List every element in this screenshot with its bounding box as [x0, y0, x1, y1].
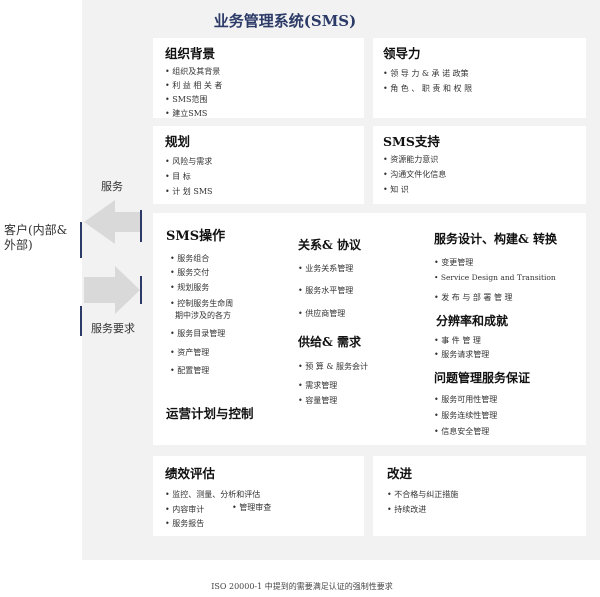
org-item: • 组织及其背景 — [165, 67, 221, 76]
operation-item-cont: 期中涉及的各方 — [175, 311, 231, 320]
planning-item: • 风险与需求 — [165, 157, 213, 166]
footer-note: ISO 20000-1 中提到的需要满足认证的强制性要求 — [211, 582, 393, 591]
support-item: • 资源能力意识 — [383, 155, 439, 164]
org-item: • SMS范围 — [165, 95, 208, 104]
resolution-item: • 服务请求管理 — [434, 350, 490, 359]
assurance-item: • 信息安全管理 — [434, 427, 490, 436]
design-heading: 服务设计、构建& 转换 — [434, 232, 558, 246]
improvement-box: 改进 • 不合格与纠正措施 • 持续改进 — [373, 456, 586, 536]
support-item: • 沟通文件化信息 — [383, 170, 447, 179]
customer-bar — [80, 222, 82, 258]
supply-item: • 需求管理 — [298, 381, 338, 390]
evaluation-box: 绩效评估 • 监控、测量、分析和评估 • 内容审计 • 管理审查 • 服务报告 — [153, 456, 364, 536]
leadership-heading: 领导力 — [383, 46, 421, 61]
operation-item: • 配置管理 — [170, 366, 210, 375]
supply-item: • 预 算 & 服务会计 — [298, 362, 369, 371]
sms-operation-heading: SMS操作 — [166, 229, 226, 244]
operation-item: • 资产管理 — [170, 348, 210, 357]
improvement-item: • 持续改进 — [387, 505, 427, 514]
relationship-item: • 供应商管理 — [298, 309, 346, 318]
supply-item: • 容量管理 — [298, 396, 338, 405]
relationship-heading: 关系& 协议 — [298, 238, 362, 252]
operation-item: • 服务目录管理 — [170, 329, 226, 338]
evaluation-item: • 内容审计 — [165, 505, 205, 514]
requirement-bar — [140, 276, 142, 304]
page-title: 业务管理系统(SMS) — [213, 12, 357, 30]
design-item: • Service Design and Transition — [434, 273, 556, 282]
evaluation-item: • 服务报告 — [165, 519, 205, 528]
evaluation-heading: 绩效评估 — [165, 466, 216, 481]
sms-support-box: SMS支持 • 资源能力意识 • 沟通文件化信息 • 知 识 — [373, 126, 586, 204]
org-item: • 利 益 相 关 者 — [165, 81, 223, 90]
service-label: 服务 — [101, 180, 123, 193]
improvement-heading: 改进 — [387, 466, 413, 481]
assurance-item: • 服务连续性管理 — [434, 411, 498, 420]
support-item: • 知 识 — [383, 185, 409, 194]
service-arrow — [84, 200, 140, 244]
org-item: • 建立SMS — [165, 109, 208, 118]
improvement-item: • 不合格与纠正措施 — [387, 490, 459, 499]
design-item: • 变更管理 — [434, 258, 474, 267]
customer-label-line1: 客户(内部& — [4, 223, 68, 237]
leadership-item: • 角 色 、 职 责 和 权 限 — [383, 84, 473, 93]
org-context-heading: 组织背景 — [165, 46, 216, 61]
planning-box: 规划 • 风险与需求 • 目 标 • 计 划 SMS — [153, 126, 364, 204]
requirement-arrow — [84, 266, 140, 314]
planning-heading: 规划 — [165, 134, 191, 149]
evaluation-item: • 管理审查 — [232, 503, 272, 512]
sms-operation-box: SMS操作 • 服务组合 • 服务交付 • 规划服务 • 控制服务生命周 期中涉… — [153, 213, 586, 445]
operation-plan-heading: 运营计划与控制 — [166, 406, 254, 421]
supply-heading: 供给& 需求 — [298, 335, 362, 349]
customer-label-line2: 外部) — [4, 238, 33, 252]
sms-support-heading: SMS支持 — [383, 134, 440, 149]
evaluation-item: • 监控、测量、分析和评估 — [165, 490, 261, 499]
relationship-item: • 服务水平管理 — [298, 286, 354, 295]
resolution-item: • 事 件 管 理 — [434, 336, 481, 345]
design-item: • 发 布 与 部 署 管 理 — [434, 293, 513, 302]
assurance-heading: 问题管理服务保证 — [434, 371, 531, 385]
operation-item: • 规划服务 — [170, 283, 210, 292]
relationship-item: • 业务关系管理 — [298, 264, 354, 273]
customer-label: 客户(内部& 外部) — [4, 223, 84, 253]
requirement-left-bar — [80, 306, 82, 336]
service-bar — [140, 210, 142, 242]
planning-item: • 计 划 SMS — [165, 187, 213, 196]
resolution-heading: 分辨率和成就 — [436, 314, 509, 328]
operation-item: • 服务交付 — [170, 268, 210, 277]
operation-item: • 控制服务生命周 — [170, 299, 234, 308]
leadership-item: • 领 导 力 & 承 诺 政策 — [383, 69, 469, 78]
org-context-box: 组织背景 • 组织及其背景 • 利 益 相 关 者 • SMS范围 • 建立SM… — [153, 38, 364, 118]
operation-item: • 服务组合 — [170, 254, 210, 263]
planning-item: • 目 标 — [165, 172, 191, 181]
leadership-box: 领导力 • 领 导 力 & 承 诺 政策 • 角 色 、 职 责 和 权 限 — [373, 38, 586, 118]
service-requirement-label: 服务要求 — [91, 322, 135, 335]
assurance-item: • 服务可用性管理 — [434, 395, 498, 404]
